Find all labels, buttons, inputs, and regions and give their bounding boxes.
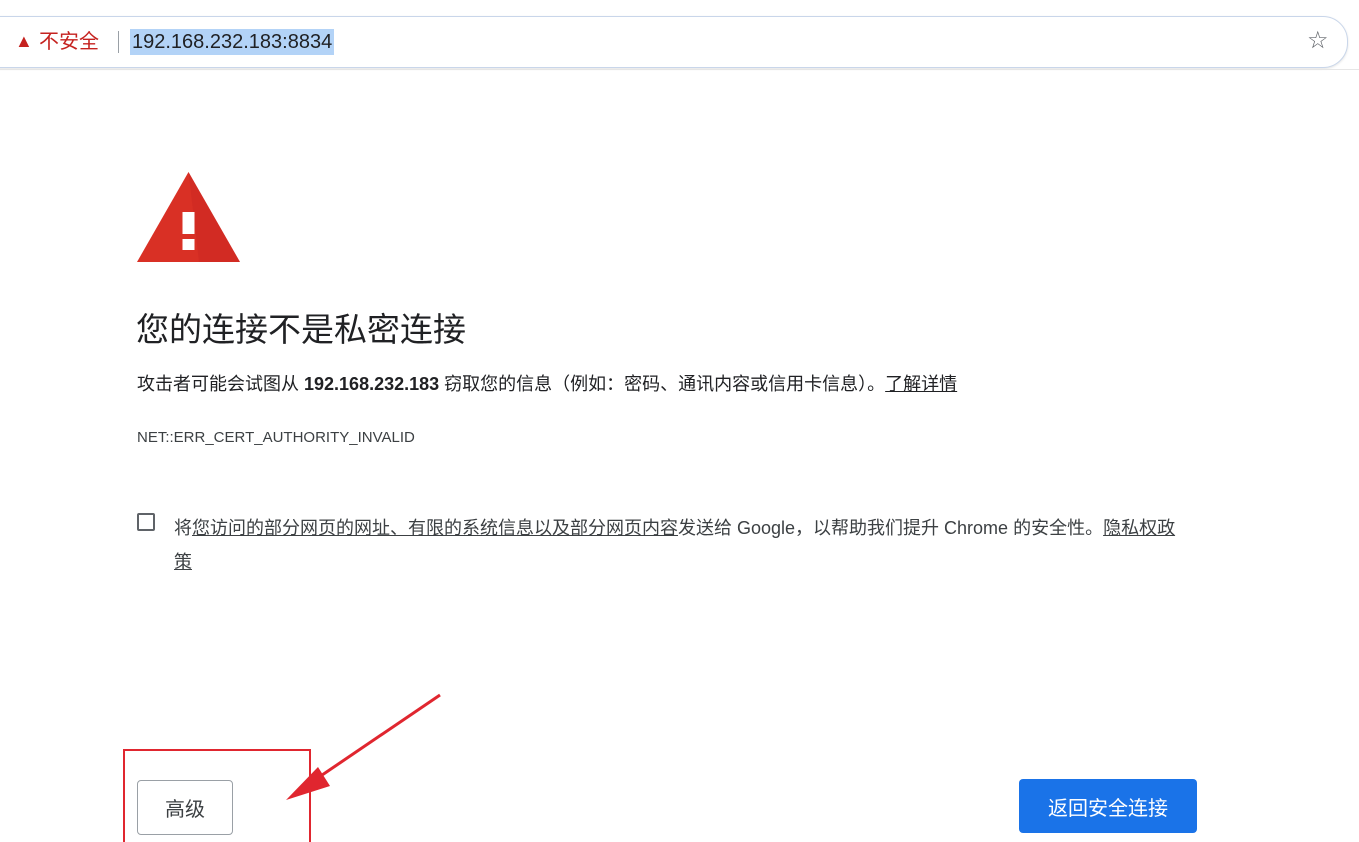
not-secure-warning-icon[interactable]: ▲ bbox=[15, 31, 33, 51]
opt-in-details-link[interactable]: 您访问的部分网页的网址、有限的系统信息以及部分网页内容 bbox=[192, 518, 678, 538]
opt-in-text: 将您访问的部分网页的网址、有限的系统信息以及部分网页内容发送给 Google，以… bbox=[174, 511, 1184, 579]
annotation-arrow-icon bbox=[286, 693, 441, 800]
description-suffix: 窃取您的信息（例如：密码、通讯内容或信用卡信息）。 bbox=[439, 374, 886, 394]
opt-in-prefix: 将 bbox=[174, 518, 192, 538]
error-code: NET::ERR_CERT_AUTHORITY_INVALID bbox=[137, 429, 415, 446]
url-text[interactable]: 192.168.232.183:8834 bbox=[130, 29, 335, 55]
opt-in-middle: 发送给 Google，以帮助我们提升 Chrome 的安全性。 bbox=[678, 518, 1104, 538]
page-title: 您的连接不是私密连接 bbox=[136, 311, 466, 348]
browser-window: ▲ 不安全 192.168.232.183:8834 ☆ 您的连接不是私密连接 … bbox=[0, 0, 1359, 842]
description-host: 192.168.232.183 bbox=[304, 374, 440, 394]
omnibox-divider bbox=[118, 31, 119, 53]
warning-triangle-icon bbox=[137, 172, 240, 262]
opt-in-checkbox[interactable] bbox=[137, 513, 155, 531]
toolbar-divider bbox=[0, 69, 1359, 70]
star-icon[interactable]: ☆ bbox=[1307, 26, 1329, 56]
back-to-safety-button[interactable]: 返回安全连接 bbox=[1019, 779, 1197, 833]
security-status-label[interactable]: 不安全 bbox=[39, 29, 99, 55]
learn-more-link[interactable]: 了解详情 bbox=[885, 374, 957, 394]
advanced-button[interactable]: 高级 bbox=[137, 780, 233, 835]
description-prefix: 攻击者可能会试图从 bbox=[137, 374, 305, 394]
warning-description: 攻击者可能会试图从 192.168.232.183 窃取您的信息（例如：密码、通… bbox=[137, 370, 957, 398]
